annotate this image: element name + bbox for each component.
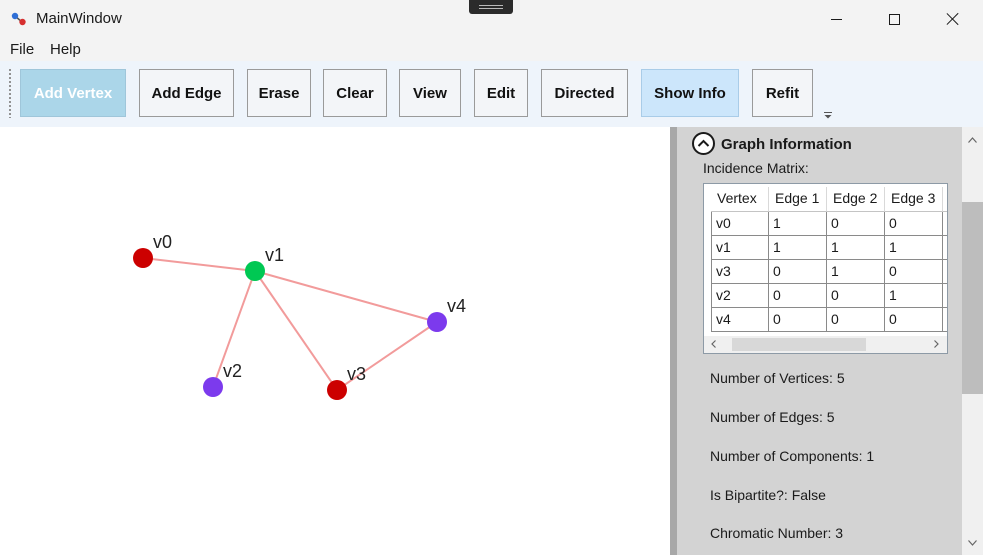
matrix-cell[interactable]: 1 (885, 284, 943, 308)
toolbar-grip-handle[interactable] (9, 68, 11, 118)
matrix-row-header[interactable]: v0 (711, 212, 769, 236)
refit-button[interactable]: Refit (752, 69, 813, 117)
chevron-up-icon (697, 139, 710, 147)
matrix-cell[interactable]: 0 (943, 212, 947, 236)
scroll-left-icon[interactable] (709, 339, 719, 349)
minimize-icon (830, 18, 842, 20)
vertex-count-text: Number of Vertices: 5 (710, 370, 845, 386)
matrix-cell[interactable]: 0 (827, 212, 885, 236)
vertex-label-v0: v0 (153, 232, 172, 252)
bipartite-text: Is Bipartite?: False (710, 487, 826, 503)
matrix-cell[interactable]: 1 (769, 236, 827, 260)
chromatic-number-text: Chromatic Number: 3 (710, 525, 844, 541)
matrix-cell[interactable]: 0 (769, 284, 827, 308)
maximize-button[interactable] (871, 0, 917, 38)
matrix-cell[interactable]: 1 (943, 260, 947, 284)
matrix-column-header[interactable]: Vertex (711, 187, 769, 212)
menu-file[interactable]: File (10, 41, 34, 58)
toolbar-overflow-icon[interactable] (823, 111, 833, 121)
matrix-cell[interactable]: 0 (769, 308, 827, 332)
close-button[interactable] (930, 0, 976, 38)
matrix-column-header[interactable]: Edge 4 (943, 187, 947, 212)
matrix-cell[interactable]: 0 (885, 308, 943, 332)
matrix-horizontal-scrollbar[interactable] (704, 336, 947, 353)
panel-title: Graph Information (721, 136, 852, 153)
matrix-cell[interactable]: 1 (769, 212, 827, 236)
edit-button[interactable]: Edit (474, 69, 528, 117)
matrix-cell[interactable]: 0 (943, 236, 947, 260)
matrix-column-header[interactable]: Edge 3 (885, 187, 943, 212)
add-edge-button[interactable]: Add Edge (139, 69, 234, 117)
erase-button[interactable]: Erase (247, 69, 311, 117)
matrix-row-header[interactable]: v3 (711, 260, 769, 284)
snap-grip-handle[interactable] (469, 0, 513, 14)
edge-v1-v4[interactable] (254, 270, 438, 323)
panel-vertical-scrollbar[interactable] (962, 127, 983, 555)
scroll-down-icon[interactable] (967, 539, 978, 547)
matrix-cell[interactable]: 0 (943, 284, 947, 308)
matrix-cell[interactable]: 1 (827, 260, 885, 284)
vertex-label-v4: v4 (447, 296, 466, 316)
matrix-column-header[interactable]: Edge 2 (827, 187, 885, 212)
matrix-cell[interactable]: 1 (943, 308, 947, 332)
add-vertex-button[interactable]: Add Vertex (20, 69, 126, 117)
graph-canvas[interactable]: v0 v1 v2 v3 v4 (0, 127, 670, 555)
panel-scroll-thumb[interactable] (962, 202, 983, 394)
incidence-matrix-table[interactable]: VertexEdge 1Edge 2Edge 3Edge 4v01000v111… (703, 183, 948, 354)
matrix-cell[interactable]: 1 (827, 236, 885, 260)
show-info-button[interactable]: Show Info (641, 69, 739, 117)
vertex-label-v2: v2 (223, 361, 242, 381)
vertex-v4[interactable] (427, 312, 447, 332)
menu-help[interactable]: Help (50, 41, 81, 58)
view-button[interactable]: View (399, 69, 461, 117)
matrix-cell[interactable]: 0 (885, 212, 943, 236)
clear-button[interactable]: Clear (323, 69, 387, 117)
window-title: MainWindow (36, 10, 122, 27)
vertex-v0[interactable] (133, 248, 153, 268)
vertex-v2[interactable] (203, 377, 223, 397)
app-icon (11, 12, 26, 26)
component-count-text: Number of Components: 1 (710, 448, 875, 464)
title-bar: MainWindow (0, 0, 983, 38)
toolbar: Add Vertex Add Edge Erase Clear View Edi… (0, 61, 983, 127)
graph-info-panel: Graph Information Incidence Matrix: Vert… (677, 127, 962, 555)
vertex-label-v1: v1 (265, 245, 284, 265)
matrix-cell[interactable]: 0 (769, 260, 827, 284)
matrix-cell[interactable]: 0 (827, 308, 885, 332)
matrix-row-header[interactable]: v2 (711, 284, 769, 308)
close-icon (946, 12, 960, 26)
collapse-button[interactable] (692, 132, 715, 155)
matrix-scroll-thumb[interactable] (732, 338, 866, 351)
matrix-row-header[interactable]: v1 (711, 236, 769, 260)
vertex-label-v3: v3 (347, 364, 366, 384)
edge-v1-v3[interactable] (254, 270, 338, 391)
matrix-cell[interactable]: 0 (885, 260, 943, 284)
matrix-row-header[interactable]: v4 (711, 308, 769, 332)
vertex-v3[interactable] (327, 380, 347, 400)
incidence-matrix-label: Incidence Matrix: (703, 160, 809, 176)
maximize-icon (888, 13, 900, 25)
scroll-right-icon[interactable] (931, 339, 941, 349)
directed-button[interactable]: Directed (541, 69, 628, 117)
graph-svg[interactable]: v0 v1 v2 v3 v4 (0, 127, 670, 555)
minimize-button[interactable] (813, 0, 859, 38)
edge-v0-v1[interactable] (142, 257, 256, 272)
matrix-column-header[interactable]: Edge 1 (769, 187, 827, 212)
edge-count-text: Number of Edges: 5 (710, 409, 835, 425)
menu-bar: File Help (0, 38, 983, 61)
scroll-up-icon[interactable] (967, 136, 978, 144)
matrix-cell[interactable]: 0 (827, 284, 885, 308)
matrix-cell[interactable]: 1 (885, 236, 943, 260)
vertex-v1[interactable] (245, 261, 265, 281)
panel-splitter[interactable] (670, 127, 677, 555)
